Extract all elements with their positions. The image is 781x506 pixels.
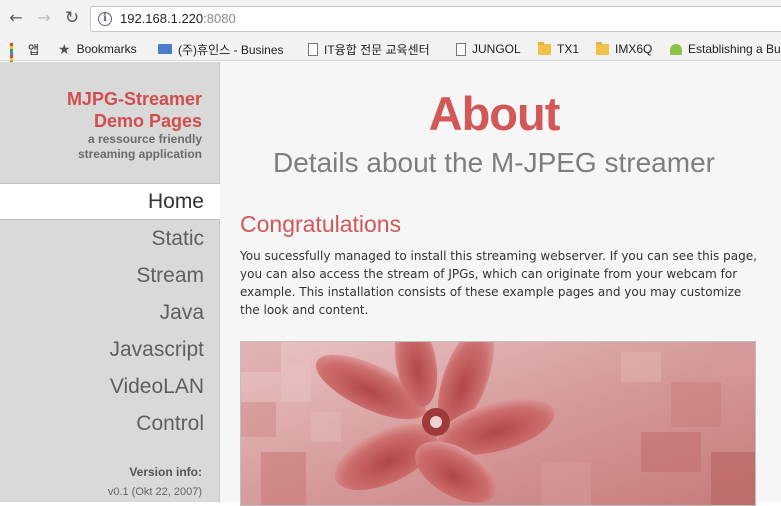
sidebar-item-javascript[interactable]: Javascript (0, 331, 220, 368)
version-info: Version info: v0.1 (Okt 22, 2007) (108, 465, 202, 498)
bookmark-it-center[interactable]: IT융합 전문 교육센터 (308, 41, 430, 57)
folder-icon (596, 41, 609, 55)
folder-icon (538, 41, 551, 55)
bookmark-label: Establishing a Bu (688, 42, 781, 56)
mail-icon (158, 44, 172, 54)
brand: MJPG-Streamer Demo Pages a ressource fri… (67, 88, 202, 162)
page-icon (308, 42, 318, 56)
version-label: Version info: (129, 465, 202, 479)
main-content: About Details about the M-JPEG streamer … (221, 62, 781, 506)
flower-image (240, 341, 756, 506)
bookmark-jungol[interactable]: JUNGOL (456, 41, 521, 57)
forward-arrow-icon[interactable]: → (34, 8, 54, 28)
bookmark-bookmarks[interactable]: ★ Bookmarks (58, 41, 137, 57)
bookmark-establishing[interactable]: Establishing a Bu (670, 41, 781, 57)
body-paragraph: You sucessfully managed to install this … (240, 249, 757, 317)
bookmark-label: Bookmarks (76, 42, 137, 56)
bookmark-imx6q[interactable]: IMX6Q (596, 41, 652, 57)
sidebar-item-home[interactable]: Home (0, 183, 220, 220)
brand-title-line2: Demo Pages (93, 111, 202, 131)
info-icon[interactable]: i (98, 12, 112, 26)
sidebar-item-videolan[interactable]: VideoLAN (0, 368, 220, 405)
android-icon (670, 43, 682, 55)
star-icon: ★ (58, 40, 71, 57)
url-host: 192.168.1.220 (120, 11, 204, 26)
apps-grid-icon (10, 43, 22, 70)
bookmark-huins[interactable]: (주)휴인스 - Busines (158, 41, 284, 57)
url-text[interactable]: 192.168.1.220:8080 (120, 11, 236, 26)
address-bar[interactable]: i 192.168.1.220:8080 (90, 6, 781, 32)
bookmark-label: IMX6Q (615, 42, 653, 56)
bookmark-label: (주)휴인스 - Busines (178, 42, 284, 57)
version-value: v0.1 (Okt 22, 2007) (107, 486, 202, 498)
bookmark-label: JUNGOL (472, 42, 521, 56)
sidebar-item-static[interactable]: Static (0, 220, 220, 257)
section-heading: Congratulations (240, 211, 402, 237)
sidebar-item-stream[interactable]: Stream (0, 257, 220, 294)
browser-toolbar: ← → ↻ i 192.168.1.220:8080 (0, 0, 781, 37)
url-port: :8080 (203, 11, 236, 26)
sidebar: MJPG-Streamer Demo Pages a ressource fri… (0, 62, 220, 502)
brand-title-line1: MJPG-Streamer (66, 89, 202, 109)
flower-illustration (241, 342, 755, 505)
brand-tagline-line1: a ressource friendly (87, 132, 202, 146)
bookmark-tx1[interactable]: TX1 (538, 41, 579, 57)
sidebar-menu: Home Static Stream Java Javascript Video… (0, 183, 220, 442)
sidebar-item-control[interactable]: Control (0, 405, 220, 442)
page-icon (456, 42, 466, 56)
bookmark-label: TX1 (557, 42, 580, 56)
page-title: About (428, 87, 561, 140)
web-page: MJPG-Streamer Demo Pages a ressource fri… (0, 62, 781, 506)
sidebar-item-java[interactable]: Java (0, 294, 220, 331)
bookmark-label: 앱 (28, 42, 40, 57)
bookmark-apps[interactable]: 앱 (10, 41, 40, 70)
brand-tagline-line2: streaming application (77, 147, 202, 161)
page-subtitle: Details about the M-JPEG streamer (273, 147, 715, 178)
bookmarks-bar: 앱 ★ Bookmarks (주)휴인스 - Busines IT융합 전문 교… (0, 37, 781, 70)
reload-icon[interactable]: ↻ (62, 8, 82, 28)
back-arrow-icon[interactable]: ← (6, 8, 26, 28)
bookmark-label: IT융합 전문 교육센터 (324, 42, 430, 57)
